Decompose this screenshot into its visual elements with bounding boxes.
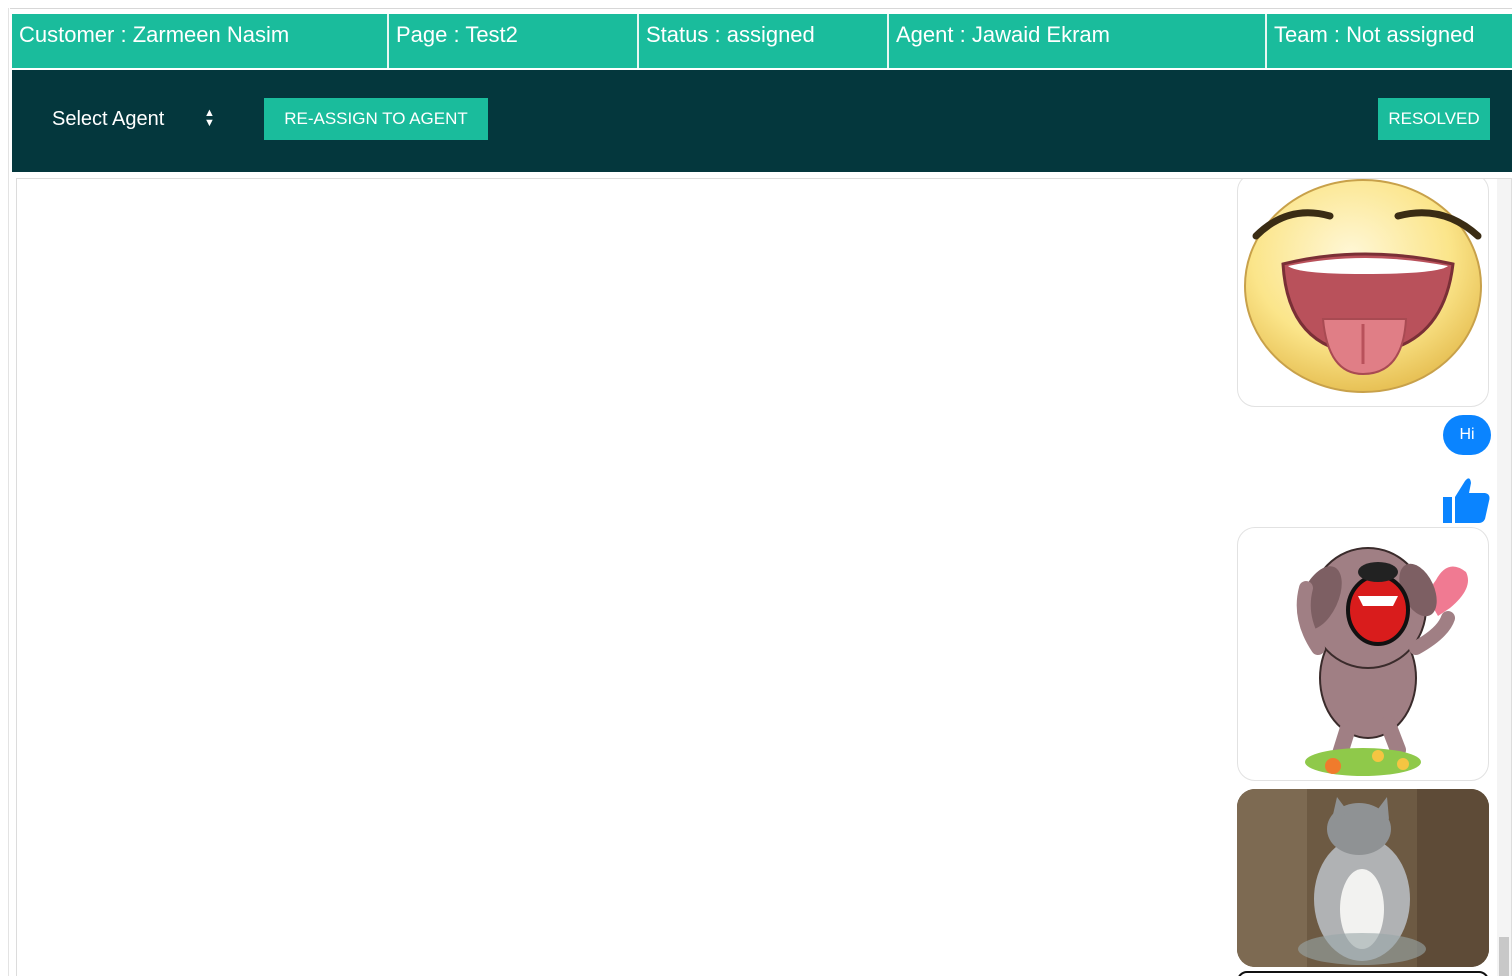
team-info: Team : Not assigned [1274,22,1475,47]
select-agent-dropdown[interactable]: Select Agent ▲ ▼ [52,108,222,138]
dancing-pug-sticker [1296,547,1468,776]
status-info: Status : assigned [639,14,889,68]
image-message [1237,789,1489,967]
text-message-bubble: Hi [1443,415,1491,455]
cat-gif [1237,789,1489,967]
chat-console: Customer : Zarmeen Nasim Page : Test2 St… [0,0,1512,976]
laughing-face-sticker [1244,179,1482,393]
select-arrows-icon: ▲ ▼ [204,107,215,129]
customer-info: Customer : Zarmeen Nasim [12,14,389,68]
thumbs-up-icon [1441,475,1491,525]
image-message-partial [1237,971,1489,976]
top-divider [10,8,1512,9]
sticker-message [1237,527,1489,781]
agent-info: Agent : Jawaid Ekram [889,14,1267,68]
select-agent-label: Select Agent [52,108,165,130]
chat-scrollbar[interactable] [1497,179,1511,976]
scrollbar-thumb[interactable] [1499,937,1509,976]
conversation-info-bar: Customer : Zarmeen Nasim Page : Test2 St… [12,14,1512,68]
reassign-to-agent-button[interactable]: RE-ASSIGN TO AGENT [264,98,488,140]
chat-messages-panel[interactable]: Hi [16,178,1512,976]
left-divider [8,8,9,976]
page-info: Page : Test2 [389,14,639,68]
action-bar: Select Agent ▲ ▼ RE-ASSIGN TO AGENT RESOL… [12,70,1512,172]
sticker-message [1237,179,1489,407]
resolved-button[interactable]: RESOLVED [1378,98,1490,140]
